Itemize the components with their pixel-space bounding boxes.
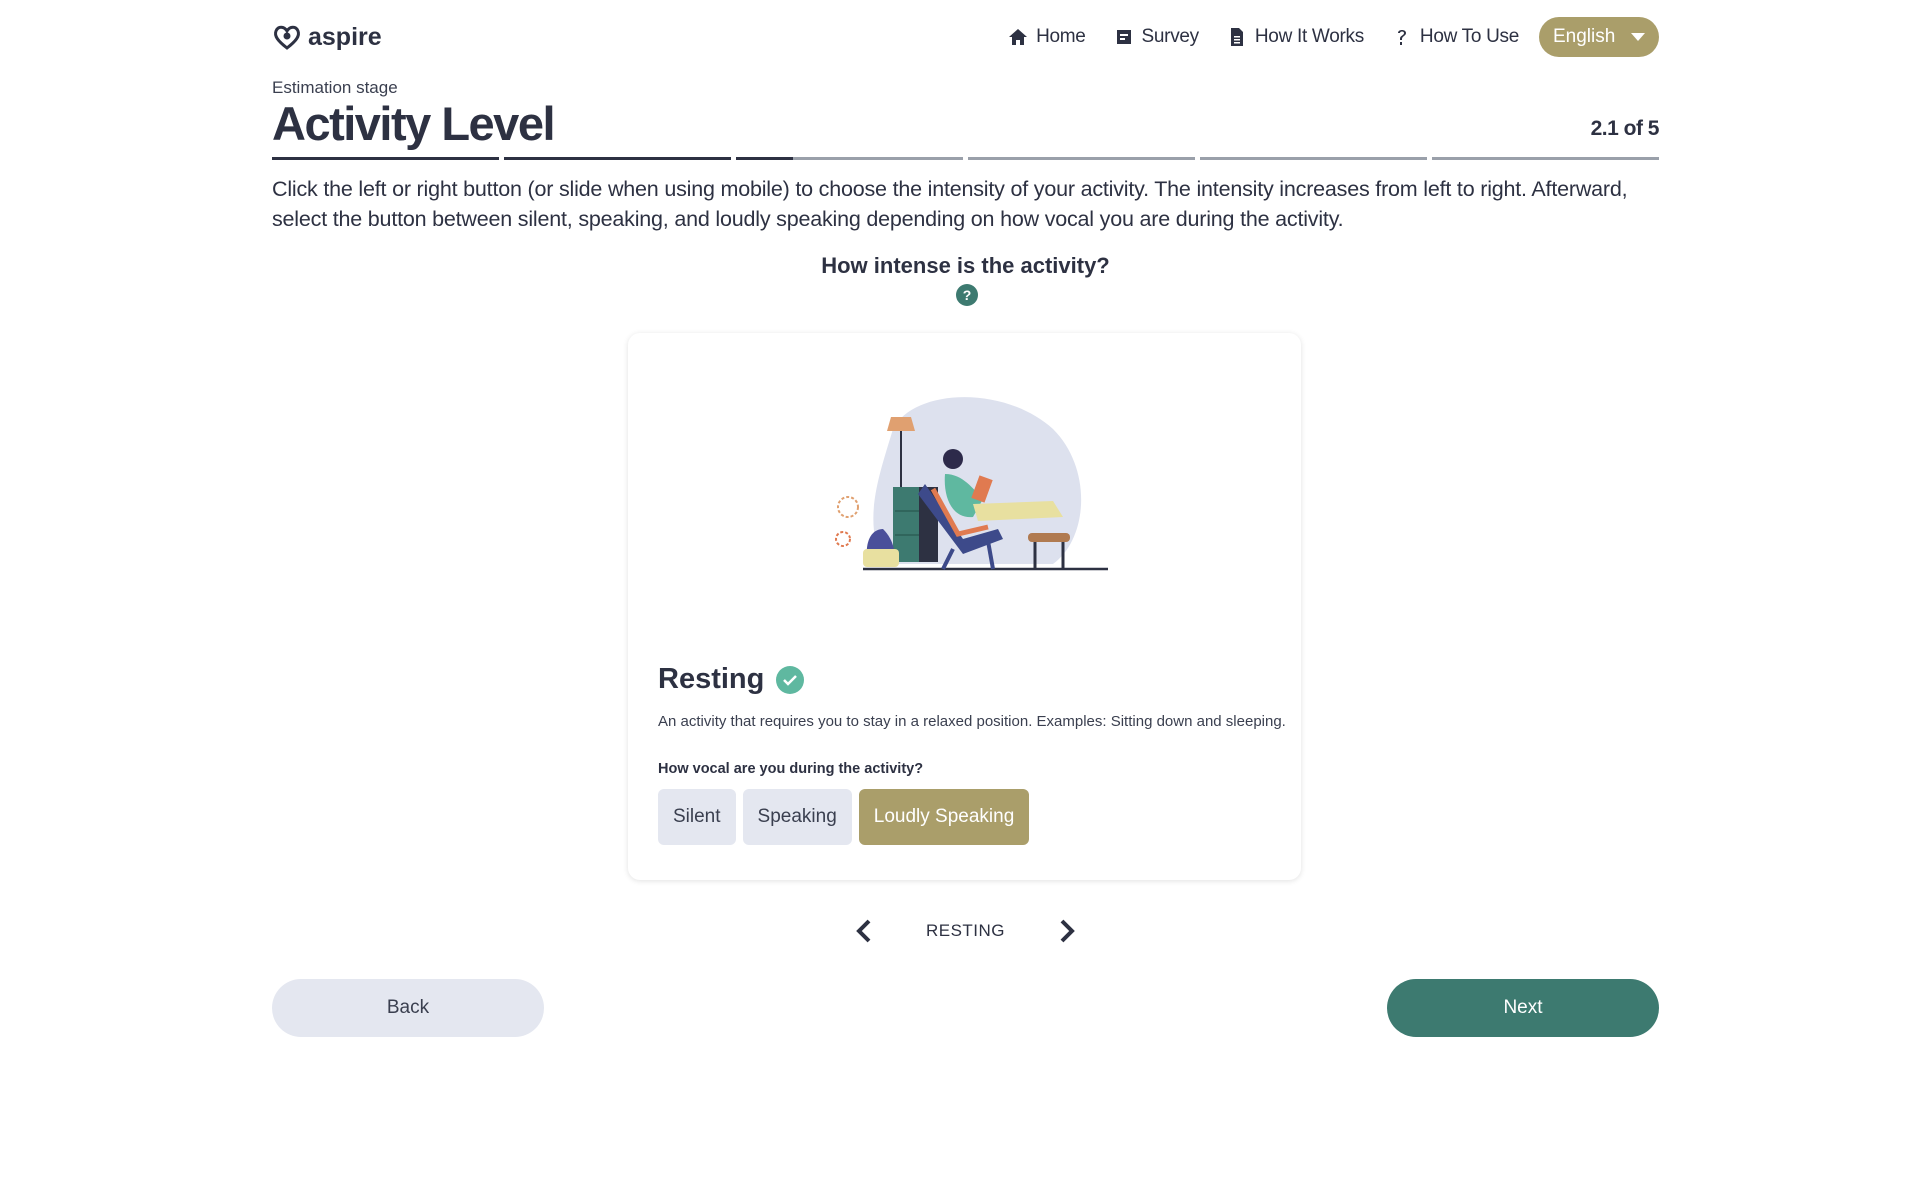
- chevron-right-icon[interactable]: [1057, 918, 1077, 944]
- progress-segment: [736, 157, 963, 160]
- intensity-question: How intense is the activity?: [821, 253, 1110, 278]
- vocal-option-silent[interactable]: Silent: [658, 789, 736, 845]
- page-title: Activity Level: [272, 97, 556, 150]
- brand-name: aspire: [308, 22, 382, 51]
- progress-segment-fill: [736, 157, 793, 160]
- resting-illustration: [835, 397, 1108, 571]
- nav-home-label: Home: [1036, 26, 1086, 47]
- brand-logo[interactable]: aspire: [272, 22, 382, 52]
- heart-logo-icon: [274, 25, 300, 50]
- vocal-options: Silent Speaking Loudly Speaking: [658, 789, 1030, 845]
- language-value: English: [1553, 26, 1616, 47]
- chevron-down-icon: [1631, 33, 1645, 41]
- vocal-option-loudly-speaking[interactable]: Loudly Speaking: [858, 789, 1030, 845]
- progress-segment-fill: [272, 157, 499, 160]
- nav-how-to-use-label: How To Use: [1419, 26, 1519, 47]
- activity-carousel-nav: RESTING: [272, 918, 1659, 944]
- progress-bar: [272, 157, 1659, 160]
- help-icon[interactable]: ?: [956, 284, 978, 306]
- next-button[interactable]: Next: [1387, 979, 1659, 1037]
- activity-title: Resting: [658, 663, 805, 696]
- home-icon: [1009, 29, 1028, 45]
- language-select[interactable]: English: [1539, 17, 1659, 57]
- progress-segment: [504, 157, 731, 160]
- top-nav: aspire Home Survey How It Works How To U…: [272, 14, 1659, 60]
- nav-home[interactable]: Home: [1008, 26, 1086, 48]
- vocal-question: How vocal are you during the activity?: [658, 761, 924, 777]
- survey-icon: [1116, 30, 1131, 44]
- document-icon: [1230, 28, 1243, 46]
- nav-links: Home Survey How It Works How To Use: [1008, 26, 1519, 48]
- chevron-left-icon[interactable]: [854, 918, 874, 944]
- progress-segment: [1432, 157, 1659, 160]
- back-button[interactable]: Back: [272, 979, 544, 1037]
- progress-segment: [968, 157, 1195, 160]
- vocal-option-speaking[interactable]: Speaking: [742, 789, 852, 845]
- nav-how-to-use[interactable]: How To Use: [1392, 26, 1519, 48]
- check-icon: [776, 665, 805, 694]
- nav-survey-label: Survey: [1141, 26, 1200, 47]
- progress-segment: [272, 157, 499, 160]
- carousel-label: RESTING: [925, 921, 1006, 940]
- nav-survey[interactable]: Survey: [1114, 26, 1199, 48]
- nav-how-it-works[interactable]: How It Works: [1227, 26, 1364, 48]
- progress-segment-fill: [504, 157, 731, 160]
- progress-segment: [1200, 157, 1427, 160]
- step-counter: 2.1 of 5: [1590, 117, 1660, 140]
- activity-name: Resting: [658, 663, 765, 695]
- stage-label: Estimation stage: [272, 78, 398, 97]
- nav-how-it-works-label: How It Works: [1254, 26, 1364, 47]
- activity-card: Resting An activity that requires you to…: [628, 333, 1301, 880]
- instructions-text: Click the left or right button (or slide…: [272, 177, 1628, 231]
- question-icon: [1397, 30, 1406, 45]
- activity-description: An activity that requires you to stay in…: [658, 713, 1286, 730]
